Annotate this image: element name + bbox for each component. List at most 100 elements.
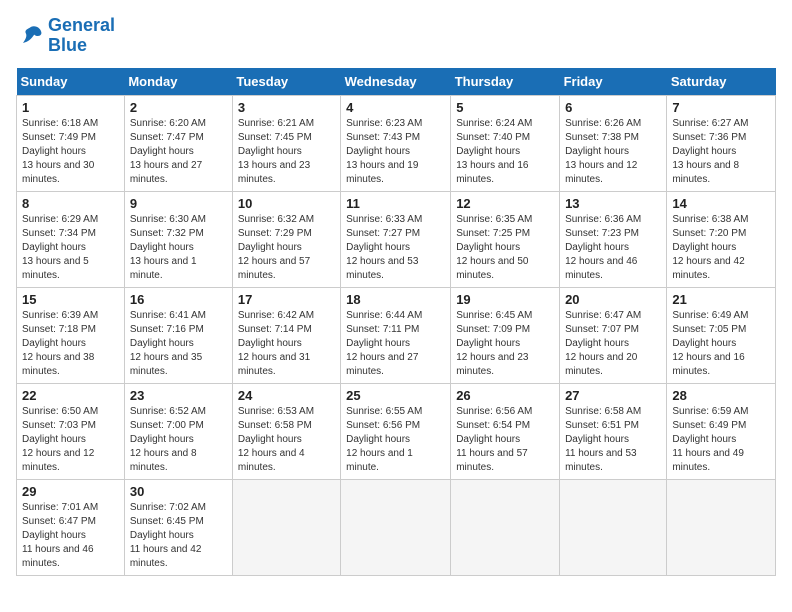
calendar-cell: 8 Sunrise: 6:29 AM Sunset: 7:34 PM Dayli… <box>17 191 125 287</box>
day-info: Sunrise: 6:27 AM Sunset: 7:36 PM Dayligh… <box>672 117 770 187</box>
weekday-header-row: SundayMondayTuesdayWednesdayThursdayFrid… <box>17 68 776 96</box>
logo-icon <box>16 22 44 50</box>
calendar-week-row: 22 Sunrise: 6:50 AM Sunset: 7:03 PM Dayl… <box>17 383 776 479</box>
day-number: 19 <box>456 292 554 307</box>
calendar-week-row: 1 Sunrise: 6:18 AM Sunset: 7:49 PM Dayli… <box>17 95 776 191</box>
calendar-cell: 6 Sunrise: 6:26 AM Sunset: 7:38 PM Dayli… <box>560 95 667 191</box>
calendar-week-row: 29 Sunrise: 7:01 AM Sunset: 6:47 PM Dayl… <box>17 479 776 575</box>
day-info: Sunrise: 6:41 AM Sunset: 7:16 PM Dayligh… <box>130 309 227 379</box>
day-info: Sunrise: 6:18 AM Sunset: 7:49 PM Dayligh… <box>22 117 119 187</box>
calendar-cell: 7 Sunrise: 6:27 AM Sunset: 7:36 PM Dayli… <box>667 95 776 191</box>
day-number: 8 <box>22 196 119 211</box>
calendar-cell: 20 Sunrise: 6:47 AM Sunset: 7:07 PM Dayl… <box>560 287 667 383</box>
calendar-cell: 22 Sunrise: 6:50 AM Sunset: 7:03 PM Dayl… <box>17 383 125 479</box>
day-number: 16 <box>130 292 227 307</box>
day-info: Sunrise: 6:56 AM Sunset: 6:54 PM Dayligh… <box>456 405 554 475</box>
weekday-header-saturday: Saturday <box>667 68 776 96</box>
day-info: Sunrise: 6:29 AM Sunset: 7:34 PM Dayligh… <box>22 213 119 283</box>
weekday-header-sunday: Sunday <box>17 68 125 96</box>
calendar-cell: 1 Sunrise: 6:18 AM Sunset: 7:49 PM Dayli… <box>17 95 125 191</box>
day-info: Sunrise: 6:30 AM Sunset: 7:32 PM Dayligh… <box>130 213 227 283</box>
calendar-cell: 28 Sunrise: 6:59 AM Sunset: 6:49 PM Dayl… <box>667 383 776 479</box>
day-number: 23 <box>130 388 227 403</box>
day-number: 11 <box>346 196 445 211</box>
day-info: Sunrise: 7:02 AM Sunset: 6:45 PM Dayligh… <box>130 501 227 571</box>
calendar-cell: 24 Sunrise: 6:53 AM Sunset: 6:58 PM Dayl… <box>232 383 340 479</box>
day-number: 26 <box>456 388 554 403</box>
calendar-table: SundayMondayTuesdayWednesdayThursdayFrid… <box>16 68 776 576</box>
page-header: General Blue <box>16 16 776 56</box>
day-number: 7 <box>672 100 770 115</box>
day-number: 18 <box>346 292 445 307</box>
day-number: 14 <box>672 196 770 211</box>
calendar-cell: 14 Sunrise: 6:38 AM Sunset: 7:20 PM Dayl… <box>667 191 776 287</box>
day-info: Sunrise: 6:55 AM Sunset: 6:56 PM Dayligh… <box>346 405 445 475</box>
logo-text: General Blue <box>48 16 115 56</box>
logo: General Blue <box>16 16 115 56</box>
weekday-header-tuesday: Tuesday <box>232 68 340 96</box>
day-number: 1 <box>22 100 119 115</box>
calendar-cell: 26 Sunrise: 6:56 AM Sunset: 6:54 PM Dayl… <box>451 383 560 479</box>
day-number: 15 <box>22 292 119 307</box>
day-info: Sunrise: 6:42 AM Sunset: 7:14 PM Dayligh… <box>238 309 335 379</box>
day-info: Sunrise: 6:53 AM Sunset: 6:58 PM Dayligh… <box>238 405 335 475</box>
calendar-cell: 5 Sunrise: 6:24 AM Sunset: 7:40 PM Dayli… <box>451 95 560 191</box>
day-info: Sunrise: 6:36 AM Sunset: 7:23 PM Dayligh… <box>565 213 661 283</box>
calendar-cell: 11 Sunrise: 6:33 AM Sunset: 7:27 PM Dayl… <box>341 191 451 287</box>
day-number: 4 <box>346 100 445 115</box>
day-info: Sunrise: 6:39 AM Sunset: 7:18 PM Dayligh… <box>22 309 119 379</box>
day-number: 6 <box>565 100 661 115</box>
calendar-cell: 13 Sunrise: 6:36 AM Sunset: 7:23 PM Dayl… <box>560 191 667 287</box>
day-info: Sunrise: 6:52 AM Sunset: 7:00 PM Dayligh… <box>130 405 227 475</box>
calendar-cell: 9 Sunrise: 6:30 AM Sunset: 7:32 PM Dayli… <box>124 191 232 287</box>
calendar-cell: 25 Sunrise: 6:55 AM Sunset: 6:56 PM Dayl… <box>341 383 451 479</box>
day-number: 29 <box>22 484 119 499</box>
day-info: Sunrise: 6:33 AM Sunset: 7:27 PM Dayligh… <box>346 213 445 283</box>
day-number: 10 <box>238 196 335 211</box>
day-info: Sunrise: 6:59 AM Sunset: 6:49 PM Dayligh… <box>672 405 770 475</box>
day-info: Sunrise: 6:45 AM Sunset: 7:09 PM Dayligh… <box>456 309 554 379</box>
day-number: 27 <box>565 388 661 403</box>
calendar-cell: 3 Sunrise: 6:21 AM Sunset: 7:45 PM Dayli… <box>232 95 340 191</box>
day-number: 17 <box>238 292 335 307</box>
day-info: Sunrise: 6:32 AM Sunset: 7:29 PM Dayligh… <box>238 213 335 283</box>
calendar-cell: 19 Sunrise: 6:45 AM Sunset: 7:09 PM Dayl… <box>451 287 560 383</box>
day-info: Sunrise: 6:58 AM Sunset: 6:51 PM Dayligh… <box>565 405 661 475</box>
calendar-cell: 21 Sunrise: 6:49 AM Sunset: 7:05 PM Dayl… <box>667 287 776 383</box>
calendar-cell: 15 Sunrise: 6:39 AM Sunset: 7:18 PM Dayl… <box>17 287 125 383</box>
day-info: Sunrise: 7:01 AM Sunset: 6:47 PM Dayligh… <box>22 501 119 571</box>
day-info: Sunrise: 6:23 AM Sunset: 7:43 PM Dayligh… <box>346 117 445 187</box>
calendar-cell <box>232 479 340 575</box>
day-number: 25 <box>346 388 445 403</box>
day-number: 9 <box>130 196 227 211</box>
day-number: 28 <box>672 388 770 403</box>
calendar-cell <box>560 479 667 575</box>
day-number: 13 <box>565 196 661 211</box>
weekday-header-wednesday: Wednesday <box>341 68 451 96</box>
day-number: 21 <box>672 292 770 307</box>
weekday-header-monday: Monday <box>124 68 232 96</box>
calendar-cell <box>667 479 776 575</box>
calendar-cell: 17 Sunrise: 6:42 AM Sunset: 7:14 PM Dayl… <box>232 287 340 383</box>
day-number: 30 <box>130 484 227 499</box>
day-number: 2 <box>130 100 227 115</box>
calendar-cell: 12 Sunrise: 6:35 AM Sunset: 7:25 PM Dayl… <box>451 191 560 287</box>
day-number: 24 <box>238 388 335 403</box>
calendar-cell <box>341 479 451 575</box>
day-info: Sunrise: 6:49 AM Sunset: 7:05 PM Dayligh… <box>672 309 770 379</box>
day-info: Sunrise: 6:50 AM Sunset: 7:03 PM Dayligh… <box>22 405 119 475</box>
calendar-cell: 10 Sunrise: 6:32 AM Sunset: 7:29 PM Dayl… <box>232 191 340 287</box>
calendar-cell: 27 Sunrise: 6:58 AM Sunset: 6:51 PM Dayl… <box>560 383 667 479</box>
calendar-week-row: 8 Sunrise: 6:29 AM Sunset: 7:34 PM Dayli… <box>17 191 776 287</box>
calendar-cell <box>451 479 560 575</box>
calendar-cell: 18 Sunrise: 6:44 AM Sunset: 7:11 PM Dayl… <box>341 287 451 383</box>
day-info: Sunrise: 6:21 AM Sunset: 7:45 PM Dayligh… <box>238 117 335 187</box>
calendar-cell: 2 Sunrise: 6:20 AM Sunset: 7:47 PM Dayli… <box>124 95 232 191</box>
day-number: 20 <box>565 292 661 307</box>
calendar-cell: 16 Sunrise: 6:41 AM Sunset: 7:16 PM Dayl… <box>124 287 232 383</box>
weekday-header-thursday: Thursday <box>451 68 560 96</box>
day-number: 3 <box>238 100 335 115</box>
day-info: Sunrise: 6:38 AM Sunset: 7:20 PM Dayligh… <box>672 213 770 283</box>
calendar-cell: 29 Sunrise: 7:01 AM Sunset: 6:47 PM Dayl… <box>17 479 125 575</box>
day-info: Sunrise: 6:44 AM Sunset: 7:11 PM Dayligh… <box>346 309 445 379</box>
